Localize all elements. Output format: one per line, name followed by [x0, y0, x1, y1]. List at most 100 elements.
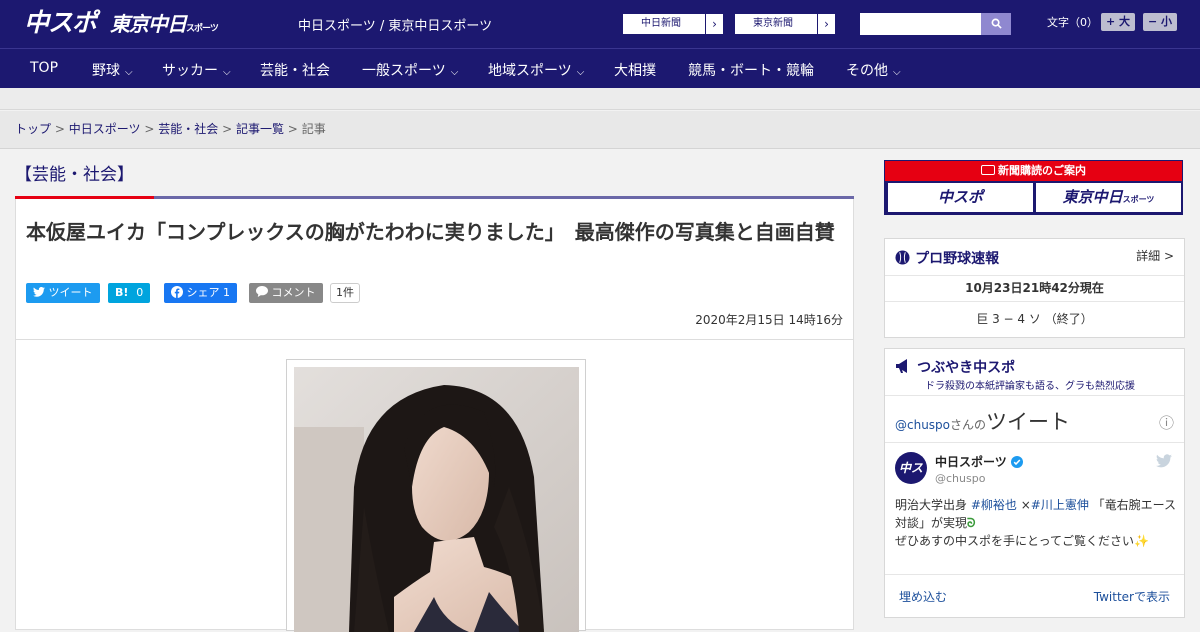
breadcrumb-separator: > — [144, 122, 155, 136]
nav-item-keiba[interactable]: 競馬・ボート・競輪 — [688, 60, 814, 80]
nav-item-baseball[interactable]: 野球 ⌵ — [92, 60, 133, 80]
nav-item-sumo[interactable]: 大相撲 — [614, 60, 656, 80]
baseball-score: 巨 3 − 4 ソ （終了） — [976, 312, 1093, 326]
tweet-line: 明治大学出身 #柳裕也 ×#川上憲伸 「竜右腕エース — [895, 496, 1180, 514]
breadcrumb-chunichi-sports[interactable]: 中日スポーツ — [69, 122, 141, 136]
font-size-increase-button[interactable]: + 大 — [1101, 13, 1136, 31]
nav-item-soccer[interactable]: サッカー ⌵ — [162, 60, 231, 80]
timeline-label: ツイート — [986, 410, 1071, 434]
tokyo-shimbun-label: 東京新聞 — [753, 18, 793, 29]
timeline-divider — [885, 442, 1184, 443]
baseball-score-row[interactable]: 巨 3 − 4 ソ （終了） — [885, 301, 1184, 337]
baseball-detail-link[interactable]: 詳細 > — [1136, 247, 1174, 264]
chevron-down-icon: ⌵ — [450, 67, 459, 78]
tweet-line: 対談」が実現ᘐ — [895, 514, 1180, 532]
subscribe-tokyo-label: 東京中日 — [1062, 188, 1123, 206]
nav-item-label: TOP — [30, 60, 59, 76]
verified-badge-icon — [1010, 456, 1023, 468]
comment-count[interactable]: 1件 — [330, 283, 360, 303]
nav-item-top[interactable]: TOP — [30, 60, 58, 76]
tweet-text-c: 「竜右腕エース — [1088, 498, 1177, 512]
tweet-line: ぜひあすの中スポを手にとってご覧ください✨ — [895, 532, 1180, 550]
nav-item-general-sports[interactable]: 一般スポーツ ⌵ — [362, 60, 458, 80]
hashtag-link[interactable]: #川上憲伸 — [1031, 498, 1089, 512]
tokyo-shimbun-link[interactable]: 東京新聞 › — [734, 13, 836, 35]
breadcrumb-top[interactable]: トップ — [15, 122, 51, 136]
site-tagline: 中日スポーツ / 東京中日スポーツ — [298, 19, 493, 34]
baseball-timestamp: 10月23日21時42分現在 — [885, 275, 1184, 301]
dragon-emoji-icon: ᘐ — [967, 516, 976, 530]
timeline-header: @chuspoさんのツイート — [895, 406, 1070, 436]
search-button[interactable] — [981, 13, 1011, 35]
tokyo-logo-small: スポーツ — [186, 24, 219, 34]
avatar[interactable]: 中ス — [895, 452, 927, 484]
comment-label: コメント — [271, 286, 316, 299]
chevron-down-icon: ⌵ — [576, 67, 585, 78]
chevron-down-icon: ⌵ — [893, 67, 901, 78]
chevron-right-icon: › — [817, 14, 835, 34]
tweet-text-line2: 対談」が実現 — [895, 516, 968, 530]
tokyo-chunichi-logo[interactable]: 東京中日スポーツ — [110, 11, 219, 42]
account-name: 中日スポーツ — [935, 455, 1007, 469]
tsubuyaki-title: つぶやき中スポ — [917, 360, 1016, 376]
tweet-text-a: 明治大学出身 — [895, 498, 971, 512]
chunichi-shimbun-label: 中日新聞 — [641, 18, 681, 29]
tweet-account-handle[interactable]: @chuspo — [935, 472, 985, 485]
nav-item-label: 地域スポーツ — [488, 63, 572, 79]
chevron-right-icon: › — [705, 14, 723, 34]
subscription-banner[interactable]: 新聞購読のご案内 中スポ 東京中日スポーツ — [884, 160, 1183, 215]
chevron-down-icon: ⌵ — [223, 67, 231, 78]
info-icon[interactable]: ⓘ — [1159, 412, 1174, 433]
pro-baseball-title: プロ野球速報 — [915, 251, 1000, 267]
article-category: 【芸能・社会】 — [15, 165, 134, 185]
timeline-mid: さんの — [950, 418, 987, 432]
nav-item-label: 一般スポーツ — [362, 63, 446, 79]
comment-button[interactable]: コメント — [249, 283, 323, 303]
portrait-photo — [294, 367, 579, 632]
tweet-label: ツイート — [48, 286, 93, 299]
site-search — [860, 13, 1011, 35]
breadcrumb-article-list[interactable]: 記事一覧 — [236, 122, 284, 136]
article-photo-frame — [286, 359, 586, 632]
pro-baseball-widget: プロ野球速報 詳細 > 10月23日21時42分現在 巨 3 − 4 ソ （終了… — [884, 238, 1185, 338]
facebook-share-button[interactable]: シェア 1 — [164, 283, 237, 303]
newspaper-icon — [981, 165, 995, 175]
tweet-text: 明治大学出身 #柳裕也 ×#川上憲伸 「竜右腕エース 対談」が実現ᘐ ぜひあすの… — [895, 496, 1180, 550]
article-date: 2020年2月15日 14時16分 — [695, 313, 843, 327]
font-size-decrease-button[interactable]: − 小 — [1143, 13, 1178, 31]
facebook-share-count: 1 — [223, 286, 230, 299]
twitter-bird-icon[interactable] — [1156, 454, 1172, 468]
font-size-label: 文字（0） — [1047, 16, 1098, 29]
hashtag-link[interactable]: #柳裕也 — [971, 498, 1017, 512]
facebook-icon — [171, 286, 183, 298]
tweet-button[interactable]: ツイート — [26, 283, 100, 303]
nav-item-local-sports[interactable]: 地域スポーツ ⌵ — [488, 60, 584, 80]
article-image-area — [15, 340, 854, 632]
nav-item-label: 競馬・ボート・競輪 — [688, 63, 814, 79]
breadcrumb: トップ > 中日スポーツ > 芸能・社会 > 記事一覧 > 記事 — [0, 111, 1200, 149]
breadcrumb-separator: > — [287, 122, 298, 136]
article-photo[interactable] — [294, 367, 579, 632]
main-nav: TOP 野球 ⌵ サッカー ⌵ 芸能・社会 一般スポーツ ⌵ 地域スポーツ ⌵ 大相撲 … — [0, 48, 1200, 88]
tweet-account-name[interactable]: 中日スポーツ — [935, 453, 1023, 470]
pro-baseball-header: プロ野球速報 — [895, 248, 999, 268]
view-on-twitter-link[interactable]: Twitterで表示 — [1094, 588, 1170, 605]
breadcrumb-entertainment[interactable]: 芸能・社会 — [158, 122, 218, 136]
nav-item-label: その他 — [846, 63, 888, 79]
search-input[interactable] — [860, 13, 981, 35]
tsubuyaki-subtitle: ドラ殺戮の本紙評論家も語る、グラも熱烈応援 — [925, 381, 1135, 392]
subscription-header: 新聞購読のご案内 — [885, 161, 1182, 181]
embed-link[interactable]: 埋め込む — [899, 588, 947, 605]
chuspo-logo[interactable]: 中スポ — [24, 7, 97, 39]
timeline-handle[interactable]: @chuspo — [895, 418, 950, 432]
chunichi-shimbun-link[interactable]: 中日新聞 › — [622, 13, 724, 35]
subscribe-chuspo-link[interactable]: 中スポ — [888, 183, 1033, 212]
timeline-footer-divider — [885, 574, 1184, 575]
hatena-bookmark-button[interactable]: B! 0 — [108, 283, 151, 303]
nav-item-other[interactable]: その他 ⌵ — [846, 60, 901, 80]
sparkle-emoji-icon: ✨ — [1134, 534, 1149, 548]
subscribe-tokyo-link[interactable]: 東京中日スポーツ — [1036, 183, 1181, 212]
article-header: 本仮屋ユイカ「コンプレックスの胸がたわわに実りました」 最高傑作の写真集と自画自… — [15, 199, 854, 340]
baseball-icon — [895, 250, 910, 265]
nav-item-entertainment[interactable]: 芸能・社会 — [260, 60, 330, 80]
